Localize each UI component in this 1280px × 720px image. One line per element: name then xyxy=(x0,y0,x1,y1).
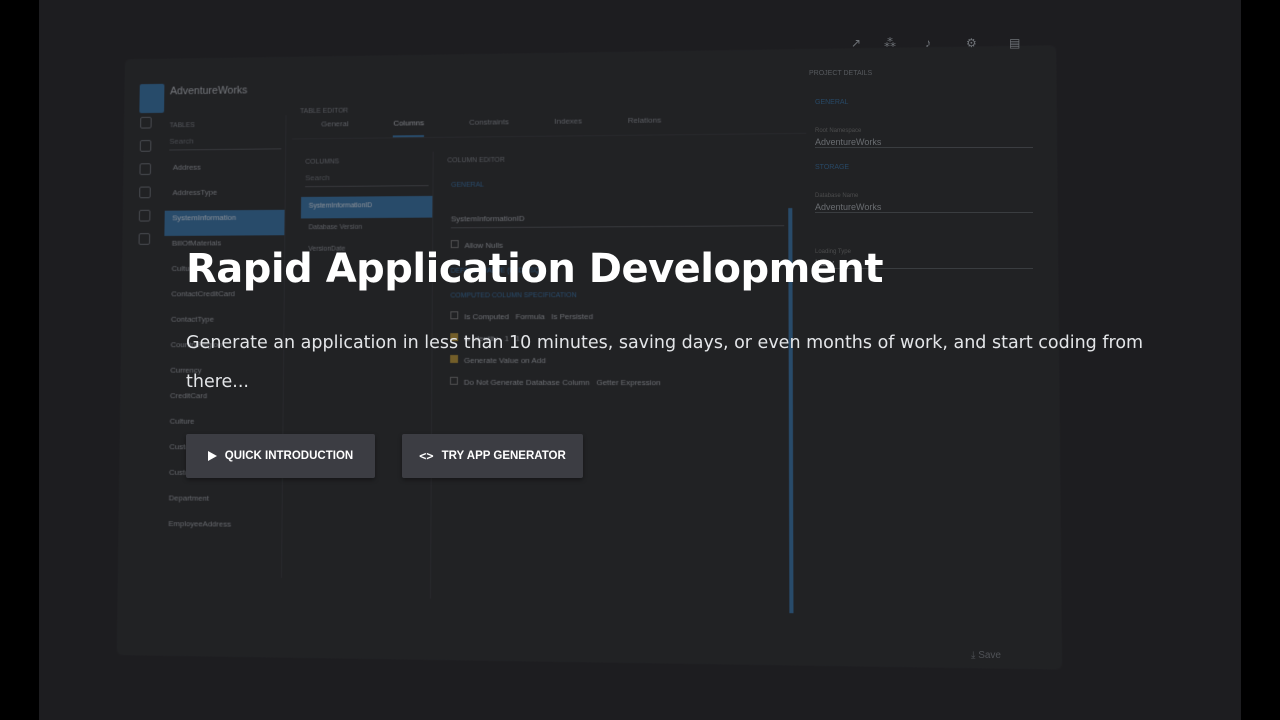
storage-caption: STORAGE xyxy=(815,164,850,171)
table-row: Address xyxy=(172,162,201,172)
table-row: SystemInformation xyxy=(164,209,285,236)
tab-indexes: Indexes xyxy=(554,116,583,126)
is-persisted-label: Is Persisted xyxy=(551,312,593,322)
brush-icon xyxy=(139,140,152,152)
root-namespace-value: AdventureWorks xyxy=(815,137,882,147)
grid-icon xyxy=(140,116,152,129)
download-icon: ⤓ xyxy=(971,650,976,661)
editor-caption: TABLE EDITOR xyxy=(299,107,349,116)
database-name-value: AdventureWorks xyxy=(815,202,882,212)
column-editor-caption: COLUMN EDITOR xyxy=(447,156,505,165)
save-label: Save xyxy=(978,650,1001,661)
columns-caption: COLUMNS xyxy=(305,158,340,166)
side-rail xyxy=(129,116,156,577)
columns-search: Search xyxy=(305,172,429,188)
table-row: Department xyxy=(168,493,210,503)
gear-icon: ⚙ xyxy=(966,36,977,50)
quick-introduction-button[interactable]: QUICK INTRODUCTION xyxy=(186,434,375,478)
database-name-field: Database Name AdventureWorks xyxy=(815,183,1033,213)
column-row: SystemInformationID xyxy=(300,195,433,219)
bell-icon: ♪ xyxy=(925,36,931,50)
top-toolbar: ↗ ⁂ ♪ ⚙ ▤ xyxy=(839,28,1044,60)
tab-constraints: Constraints xyxy=(469,117,509,127)
tables-caption: TABLES xyxy=(169,122,195,130)
app-logo xyxy=(139,83,165,114)
table-row: AddressType xyxy=(172,187,218,198)
formula-label: Formula xyxy=(515,312,545,322)
table-row: EmployeeAddress xyxy=(168,519,232,529)
code-icon: <> xyxy=(419,449,434,463)
column-name-field: SystemInformationID xyxy=(450,200,785,229)
tab-general: General xyxy=(321,119,349,129)
root-namespace-label: Root Namespace xyxy=(815,128,862,134)
shield-icon xyxy=(139,186,151,199)
is-computed-label: Is Computed xyxy=(464,312,509,322)
chart-icon xyxy=(139,163,152,176)
external-link-icon: ↗ xyxy=(851,36,862,50)
general-section: GENERAL xyxy=(451,181,485,189)
save-button: ⤓ Save xyxy=(959,638,1039,674)
project-details-caption: PROJECT DETAILS xyxy=(809,70,873,77)
try-app-generator-label: TRY APP GENERATOR xyxy=(441,450,566,462)
column-row: Database Version xyxy=(308,223,363,232)
document-icon: ▤ xyxy=(1009,36,1021,50)
is-computed: Is Computed Formula Is Persisted xyxy=(450,311,784,322)
root-namespace-field: Root Namespace AdventureWorks xyxy=(815,118,1033,148)
share-icon: ⁂ xyxy=(884,36,896,50)
tables-search: Search xyxy=(169,135,282,151)
tab-relations: Relations xyxy=(627,115,662,125)
quick-introduction-label: QUICK INTRODUCTION xyxy=(224,450,354,462)
play-icon xyxy=(207,451,217,461)
database-name-label: Database Name xyxy=(815,193,859,199)
tab-columns: Columns xyxy=(393,118,425,138)
hero-title: Rapid Application Development xyxy=(186,246,884,292)
search-icon xyxy=(138,233,151,245)
checkbox-icon xyxy=(450,311,459,320)
dashboard-icon xyxy=(138,209,151,222)
try-app-generator-button[interactable]: <> TRY APP GENERATOR xyxy=(402,434,583,478)
hero-subtitle: Generate an application in less than 10 … xyxy=(186,333,1144,392)
hero-stage: AdventureWorks TABLES Search Address Add… xyxy=(39,0,1241,720)
app-title: AdventureWorks xyxy=(169,84,248,98)
editor-tabs: General Columns Constraints Indexes Rela… xyxy=(292,103,807,140)
details-general-caption: GENERAL xyxy=(815,99,849,106)
